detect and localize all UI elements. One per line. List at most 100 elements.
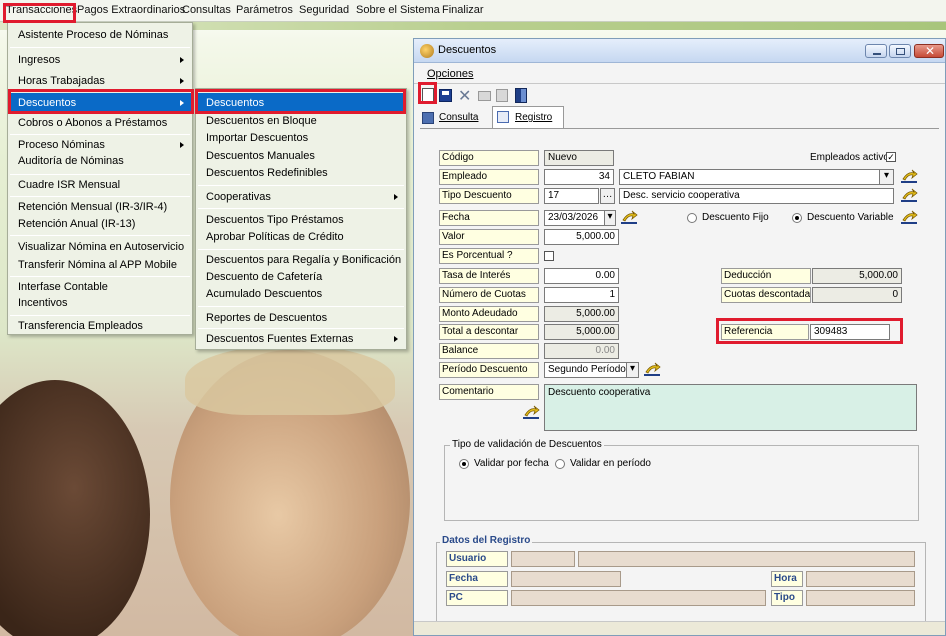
- menu-item-transferencia-empleados[interactable]: Transferencia Empleados: [8, 316, 192, 336]
- periodo-go-arrow-icon[interactable]: [643, 361, 661, 377]
- fecha-label: Fecha: [439, 210, 539, 226]
- empleado-label: Empleado: [439, 169, 539, 185]
- submenu-item-fuentes-externas[interactable]: Descuentos Fuentes Externas: [196, 329, 406, 349]
- menu-item-descuentos[interactable]: Descuentos: [8, 93, 192, 113]
- menu-consultas[interactable]: Consultas: [182, 4, 231, 16]
- usuario-name-field: [578, 551, 915, 567]
- cuotas-field[interactable]: 1: [544, 287, 619, 303]
- descuentos-window: Descuentos ✕ Opciones ✕ Consulta Registr…: [413, 38, 946, 636]
- hora-label: Hora: [771, 571, 803, 587]
- validar-fecha-label: Validar por fecha: [474, 458, 549, 469]
- submenu-item-reportes[interactable]: Reportes de Descuentos: [196, 308, 406, 328]
- menu-transacciones[interactable]: Transacciones: [6, 4, 77, 16]
- menu-parametros[interactable]: Parámetros: [236, 4, 293, 16]
- descuento-variable-radio[interactable]: [792, 213, 802, 223]
- close-icon: ✕: [925, 44, 936, 58]
- monto-adeudado-label: Monto Adeudado: [439, 306, 539, 322]
- referencia-field[interactable]: 309483: [810, 324, 890, 340]
- usuario-label: Usuario: [446, 551, 508, 567]
- window-title: Descuentos: [438, 44, 497, 56]
- tipo-descuento-id-field[interactable]: 17: [544, 188, 599, 204]
- new-document-icon[interactable]: [422, 88, 434, 103]
- exit-door-icon[interactable]: [515, 88, 527, 103]
- periodo-dropdown-button[interactable]: ▾: [626, 362, 639, 378]
- delete-icon[interactable]: ✕: [458, 86, 471, 106]
- menu-item-asistente[interactable]: Asistente Proceso de Nóminas: [8, 25, 192, 45]
- toolbar: ✕: [414, 85, 946, 107]
- submenu-item-acumulado[interactable]: Acumulado Descuentos: [196, 284, 406, 304]
- deduccion-field: 5,000.00: [812, 268, 902, 284]
- validar-fecha-radio[interactable]: [459, 459, 469, 469]
- minimize-button[interactable]: [865, 44, 887, 58]
- periodo-select[interactable]: Segundo Período: [544, 362, 639, 378]
- referencia-label: Referencia: [721, 324, 809, 340]
- status-bar: [414, 621, 945, 635]
- empleado-dropdown-button[interactable]: ▾: [879, 169, 894, 185]
- menu-pagos-extraordinarios[interactable]: Pagos Extraordinarios: [77, 4, 185, 16]
- menu-item-label: Ingresos: [18, 54, 61, 66]
- app-icon: [420, 44, 434, 58]
- comentario-go-arrow-icon[interactable]: [522, 404, 540, 420]
- menu-finalizar[interactable]: Finalizar: [442, 4, 484, 16]
- maximize-icon: [896, 48, 905, 55]
- submenu-item-aprobar-politicas[interactable]: Aprobar Políticas de Crédito: [196, 227, 406, 247]
- empleado-go-arrow-icon[interactable]: [900, 168, 918, 184]
- menu-item-ingresos[interactable]: Ingresos: [8, 50, 192, 70]
- grid-icon: [422, 112, 434, 124]
- tipo-descuento-lookup-button[interactable]: …: [600, 188, 615, 204]
- preview-icon[interactable]: [496, 89, 508, 102]
- menu-item-label: Proceso Nóminas: [18, 139, 105, 151]
- background-hair: [185, 345, 395, 415]
- menu-separator: [198, 208, 404, 209]
- close-button[interactable]: ✕: [914, 44, 944, 58]
- submenu-item-descuentos[interactable]: Descuentos: [196, 93, 406, 113]
- validar-periodo-radio[interactable]: [555, 459, 565, 469]
- menu-seguridad[interactable]: Seguridad: [299, 4, 349, 16]
- empleados-activos-checkbox[interactable]: ✓: [886, 152, 896, 162]
- registro-title: Datos del Registro: [440, 535, 533, 546]
- fecha-dropdown-button[interactable]: ▾: [604, 210, 616, 226]
- tasa-field[interactable]: 0.00: [544, 268, 619, 284]
- chevron-down-icon: ▾: [629, 363, 636, 374]
- empleado-id-field[interactable]: 34: [544, 169, 614, 185]
- deduccion-label: Deducción: [721, 268, 811, 284]
- tab-registro[interactable]: Registro: [492, 106, 564, 129]
- submenu-arrow-icon: [394, 194, 398, 200]
- menu-item-cobros[interactable]: Cobros o Abonos a Préstamos: [8, 113, 192, 133]
- menu-sobre-el-sistema[interactable]: Sobre el Sistema: [356, 4, 440, 16]
- descuento-fijo-radio[interactable]: [687, 213, 697, 223]
- codigo-field: Nuevo: [544, 150, 614, 166]
- edit-icon: [497, 111, 509, 123]
- submenu-arrow-icon: [180, 142, 184, 148]
- comentario-textarea[interactable]: Descuento cooperativa: [544, 384, 917, 431]
- menu-item-visualizar-nomina[interactable]: Visualizar Nómina en Autoservicio: [8, 237, 192, 257]
- menu-separator: [10, 47, 190, 48]
- validacion-groupbox: [444, 445, 919, 521]
- comentario-text: Descuento cooperativa: [548, 387, 651, 398]
- submenu-item-redefinibles[interactable]: Descuentos Redefinibles: [196, 163, 406, 183]
- menu-item-incentivos[interactable]: Incentivos: [8, 293, 192, 313]
- empleados-activos-label: Empleados activos: [810, 152, 894, 163]
- submenu-item-cooperativas[interactable]: Cooperativas: [196, 187, 406, 207]
- menu-item-retencion-anual[interactable]: Retención Anual (IR-13): [8, 214, 192, 234]
- menu-opciones[interactable]: Opciones: [427, 68, 473, 80]
- porcentual-checkbox[interactable]: [544, 251, 554, 261]
- valor-field[interactable]: 5,000.00: [544, 229, 619, 245]
- valor-label: Valor: [439, 229, 539, 245]
- save-icon[interactable]: [439, 89, 452, 102]
- balance-field: 0.00: [544, 343, 619, 359]
- fecha-go-arrow-icon[interactable]: [620, 209, 638, 225]
- tipo-monto-go-arrow-icon[interactable]: [900, 209, 918, 225]
- empleado-name-select[interactable]: CLETO FABIAN: [619, 169, 894, 185]
- pc-label: PC: [446, 590, 508, 606]
- tipo-go-arrow-icon[interactable]: [900, 187, 918, 203]
- print-icon[interactable]: [478, 91, 491, 101]
- maximize-button[interactable]: [889, 44, 911, 58]
- menu-item-transferir-nomina[interactable]: Transferir Nómina al APP Mobile: [8, 255, 192, 275]
- tab-panel-border: [420, 128, 939, 129]
- transacciones-menu: Asistente Proceso de Nóminas Ingresos Ho…: [7, 22, 193, 335]
- menu-item-cuadre-isr[interactable]: Cuadre ISR Mensual: [8, 175, 192, 195]
- menu-item-auditoria[interactable]: Auditoría de Nóminas: [8, 151, 192, 171]
- menu-item-horas[interactable]: Horas Trabajadas: [8, 71, 192, 91]
- submenu-item-importar[interactable]: Importar Descuentos: [196, 128, 406, 148]
